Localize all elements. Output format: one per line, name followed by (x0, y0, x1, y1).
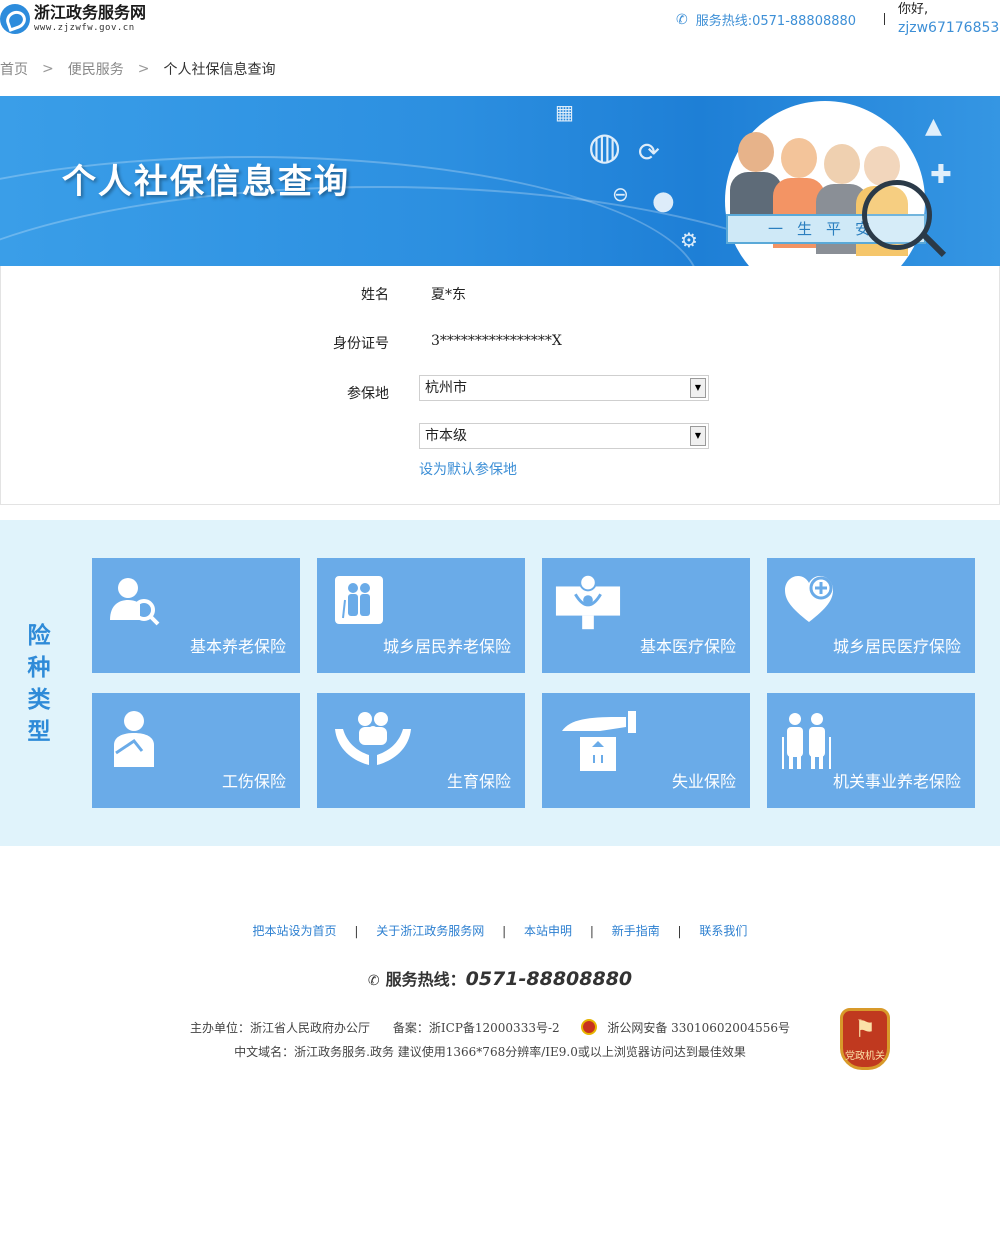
header-hotline: ✆ 服务热线:0571-88808880 (676, 10, 857, 30)
insurance-types-section: 险种类型 基本养老保险 城乡居民养老保险 基本医疗保险 城乡居民医疗保险 工伤保… (0, 520, 1000, 846)
police-badge-icon (581, 1019, 598, 1035)
site-domain: www.zjzwfw.gov.cn (34, 23, 135, 33)
query-form: 姓名 夏*东 身份证号 3****************X 参保地 杭州市 ▼… (0, 266, 1000, 505)
site-logo[interactable]: 浙江政务服务网 www.zjzwfw.gov.cn (0, 4, 146, 34)
footer-info-line1: 主办单位：浙江省人民政府办公厅 备案：浙ICP备12000333号-2 浙公网安… (0, 1016, 980, 1040)
footer-police-record[interactable]: 浙公网安备 33010602004556号 (607, 1021, 790, 1035)
tile-label: 城乡居民医疗保险 (832, 637, 961, 656)
footer-domain-info: 中文域名：浙江政务服务.政务 建议使用1366*768分辨率/IE9.0或以上浏… (234, 1045, 746, 1059)
tile-label: 生育保险 (446, 772, 511, 791)
footer-hotline: ✆ 服务热线：0571-88808880 (0, 966, 1000, 990)
footer-icp[interactable]: 备案：浙ICP备12000333号-2 (393, 1021, 560, 1035)
phone-icon: ✆ (367, 973, 380, 989)
tile-label: 工伤保险 (221, 772, 286, 791)
tile-label: 城乡居民养老保险 (382, 637, 511, 656)
footer-link-guide[interactable]: 新手指南 (612, 922, 660, 939)
tile-urban-rural-pension[interactable]: 城乡居民养老保险 (317, 558, 525, 673)
header-hotline-text: 服务热线:0571-88808880 (695, 14, 857, 29)
gear-icon: ⚙ (680, 228, 698, 252)
logo-mark-icon (0, 4, 30, 34)
username-link[interactable]: zjzw67176853 (898, 19, 999, 38)
refresh-icon: ⟳ (638, 138, 660, 168)
globe-icon: ◍ (588, 124, 622, 168)
tile-work-injury[interactable]: 工伤保险 (92, 693, 300, 808)
gov-agency-badge[interactable]: ⚑ 党政机关 (840, 1008, 890, 1070)
footer-link-divider: | (354, 924, 359, 938)
injured-person-icon (114, 711, 154, 767)
elderly-couple-icon (335, 576, 383, 624)
name-label: 姓名 (361, 287, 389, 303)
gov-badge-text: 党政机关 (845, 1051, 885, 1062)
footer-sponsor: 主办单位：浙江省人民政府办公厅 (189, 1021, 370, 1035)
tile-label: 基本医疗保险 (639, 637, 736, 656)
hand-box-icon (562, 711, 636, 771)
district-select[interactable]: 市本级 ▼ (419, 423, 709, 449)
banner-title: 个人社保信息查询 (62, 162, 350, 202)
hands-family-icon (335, 712, 411, 765)
footer-link-about[interactable]: 关于浙江政务服务网 (376, 922, 484, 939)
tile-label: 失业保险 (671, 772, 736, 791)
city-select[interactable]: 杭州市 ▼ (419, 375, 709, 401)
tile-maternity[interactable]: 生育保险 (317, 693, 525, 808)
tile-label: 基本养老保险 (189, 637, 286, 656)
chart-icon: ▦ (555, 100, 574, 124)
chevron-down-icon[interactable]: ▼ (690, 426, 706, 446)
gov-emblem-icon: ⚑ (854, 1015, 876, 1043)
footer-link-set-homepage[interactable]: 把本站设为首页 (253, 922, 337, 939)
id-value: 3****************X (431, 333, 562, 349)
footer-links: 把本站设为首页 | 关于浙江政务服务网 | 本站申明 | 新手指南 | 联系我们 (0, 922, 1000, 939)
user-box: 你好, zjzw67176853 (898, 0, 999, 38)
shield-plus-icon: ✚ (930, 160, 952, 190)
city-select-value: 杭州市 (425, 380, 467, 396)
footer-link-statement[interactable]: 本站申明 (524, 922, 572, 939)
magnifier-handle (921, 232, 947, 258)
breadcrumb: 首页 > 便民服务 > 个人社保信息查询 (0, 59, 275, 79)
header-divider (884, 13, 885, 25)
tile-label: 机关事业养老保险 (832, 772, 961, 791)
name-value: 夏*东 (431, 287, 466, 303)
person-icon: ● (652, 186, 675, 216)
user-search-icon (110, 578, 160, 626)
tile-urban-rural-medical[interactable]: 城乡居民医疗保险 (767, 558, 975, 673)
types-section-label: 险种类型 (27, 623, 51, 745)
graduation-cap-icon: ▲ (925, 114, 942, 139)
phone-icon: ✆ (676, 11, 688, 28)
district-select-value: 市本级 (425, 428, 467, 444)
tile-institution-pension[interactable]: 机关事业养老保险 (767, 693, 975, 808)
id-label: 身份证号 (333, 336, 389, 352)
zoom-out-icon: ⊖ (612, 182, 629, 206)
tile-unemployment[interactable]: 失业保险 (542, 693, 750, 808)
breadcrumb-home[interactable]: 首页 (0, 59, 28, 79)
footer-link-divider: | (677, 924, 682, 938)
elderly-cane-icon (782, 713, 831, 769)
footer-hotline-number: 0571-88808880 (465, 968, 633, 990)
footer-info: 主办单位：浙江省人民政府办公厅 备案：浙ICP备12000333号-2 浙公网安… (0, 1016, 980, 1064)
breadcrumb-current: 个人社保信息查询 (163, 62, 276, 78)
tile-basic-pension[interactable]: 基本养老保险 (92, 558, 300, 673)
family-care-icon (555, 573, 621, 630)
tile-basic-medical[interactable]: 基本医疗保险 (542, 558, 750, 673)
chevron-down-icon[interactable]: ▼ (690, 378, 706, 398)
region-label: 参保地 (347, 386, 389, 402)
breadcrumb-service[interactable]: 便民服务 (68, 59, 124, 79)
breadcrumb-separator: > (42, 61, 54, 77)
heart-plus-icon (785, 576, 833, 622)
footer-link-divider: | (502, 924, 507, 938)
breadcrumb-separator: > (137, 61, 150, 77)
greeting-text: 你好, (898, 2, 929, 17)
footer-link-divider: | (589, 924, 594, 938)
page-header: 浙江政务服务网 www.zjzwfw.gov.cn ✆ 服务热线:0571-88… (0, 0, 1000, 48)
footer-hotline-label: 服务热线： (385, 970, 466, 989)
magnifier-icon (862, 180, 932, 250)
site-name: 浙江政务服务网 (34, 3, 147, 22)
footer-link-contact[interactable]: 联系我们 (699, 922, 747, 939)
set-default-region-link[interactable]: 设为默认参保地 (419, 459, 517, 479)
page-banner: 个人社保信息查询 ◍ ⟳ ● ⊖ ⚙ ▲ ✚ ▦ 一生平安 (0, 96, 1000, 266)
